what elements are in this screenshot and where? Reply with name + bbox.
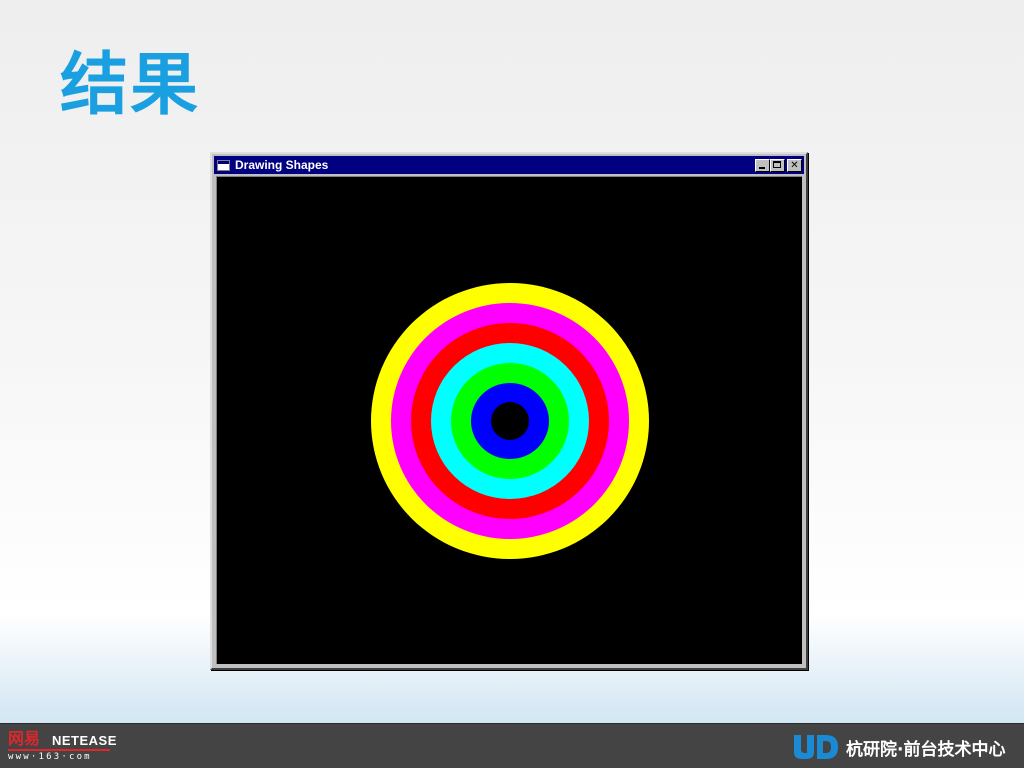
window-titlebar[interactable]: Drawing Shapes ✕: [214, 156, 804, 174]
ring-center: [491, 402, 529, 440]
drawing-canvas[interactable]: [216, 176, 802, 664]
department-name: 杭研院·前台技术中心: [846, 740, 1006, 760]
window-title: Drawing Shapes: [235, 158, 329, 172]
close-button[interactable]: ✕: [787, 158, 802, 172]
slide-title: 结果: [60, 46, 201, 125]
maximize-icon: [773, 160, 781, 168]
window-system-menu-icon[interactable]: [217, 159, 230, 171]
minimize-icon: [759, 166, 765, 169]
footer-bar: 网易 NETEASE www·163·com 杭研院·前台技术中心: [0, 723, 1024, 768]
minimize-button[interactable]: [755, 158, 770, 172]
netease-logo-cn: 网易: [8, 729, 41, 748]
window-controls: ✕: [755, 158, 802, 172]
drawing-shapes-window[interactable]: Drawing Shapes ✕: [210, 152, 808, 670]
netease-logo-en: NETEASE: [52, 733, 117, 748]
wd-logo-icon: [794, 735, 838, 759]
netease-logo-url: www·163·com: [8, 752, 92, 762]
close-icon: ✕: [790, 159, 799, 171]
maximize-button[interactable]: [770, 158, 785, 172]
netease-logo-underline: [8, 749, 110, 751]
netease-logo: 网易 NETEASE www·163·com: [8, 729, 116, 764]
concentric-rings-drawing: [371, 283, 649, 559]
